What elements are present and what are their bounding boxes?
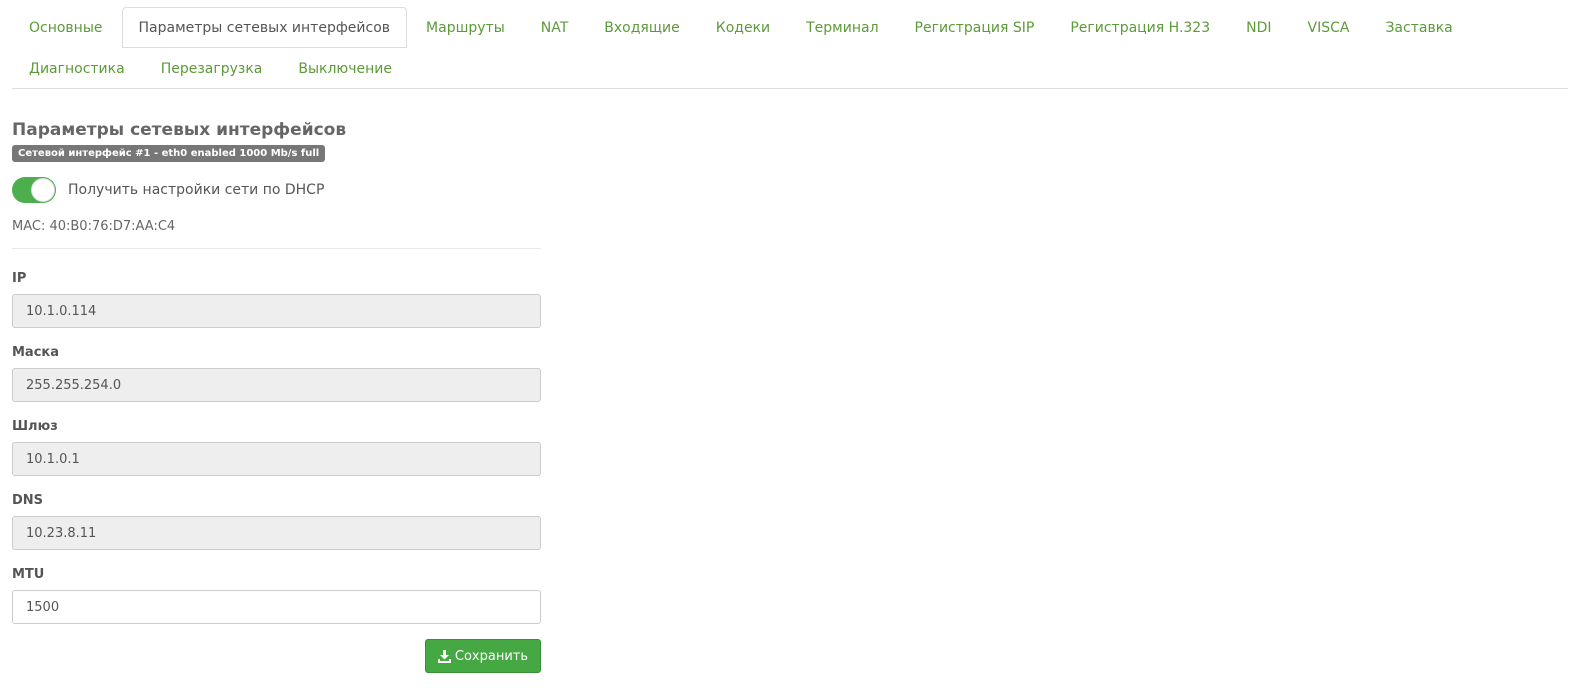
download-icon (437, 649, 451, 663)
toggle-knob (31, 178, 55, 202)
tab-nat[interactable]: NAT (524, 7, 586, 48)
tab-reboot[interactable]: Перезагрузка (144, 48, 280, 89)
tab-terminal[interactable]: Терминал (789, 7, 895, 48)
tab-bar: Основные Параметры сетевых интерфейсов М… (12, 0, 1568, 89)
gateway-label: Шлюз (12, 419, 58, 434)
divider (12, 248, 541, 249)
save-button[interactable]: Сохранить (424, 639, 541, 673)
tab-h323-registration[interactable]: Регистрация H.323 (1053, 7, 1227, 48)
dns-label: DNS (12, 493, 44, 508)
mask-field[interactable] (12, 368, 541, 402)
network-settings-panel: Параметры сетевых интерфейсов Сетевой ин… (0, 119, 1576, 673)
mtu-field[interactable] (12, 590, 541, 624)
dns-field[interactable] (12, 516, 541, 550)
mac-address: MAC: 40:B0:76:D7:AA:C4 (12, 219, 176, 234)
tab-shutdown[interactable]: Выключение (281, 48, 409, 89)
form-actions: Сохранить (12, 639, 541, 673)
gateway-field[interactable] (12, 442, 541, 476)
ip-field[interactable] (12, 294, 541, 328)
tab-general[interactable]: Основные (12, 7, 120, 48)
dhcp-row: Получить настройки сети по DHCP (12, 177, 1564, 203)
tab-visca[interactable]: VISCA (1291, 7, 1367, 48)
dhcp-label: Получить настройки сети по DHCP (68, 182, 325, 198)
tab-diagnostics[interactable]: Диагностика (12, 48, 142, 89)
ip-label: IP (12, 271, 27, 286)
dhcp-toggle[interactable] (12, 177, 56, 203)
tab-splash-screen[interactable]: Заставка (1368, 7, 1469, 48)
tab-codecs[interactable]: Кодеки (699, 7, 787, 48)
tab-ndi[interactable]: NDI (1229, 7, 1288, 48)
mtu-label: MTU (12, 567, 45, 582)
tab-sip-registration[interactable]: Регистрация SIP (898, 7, 1052, 48)
tab-incoming[interactable]: Входящие (587, 7, 696, 48)
tab-routes[interactable]: Маршруты (409, 7, 522, 48)
interface-status-badge: Сетевой интерфейс #1 - eth0 enabled 1000… (12, 145, 326, 162)
page-title: Параметры сетевых интерфейсов (12, 120, 347, 140)
mask-label: Маска (12, 345, 60, 360)
tab-network-interfaces[interactable]: Параметры сетевых интерфейсов (121, 7, 408, 48)
save-label: Сохранить (454, 648, 528, 664)
